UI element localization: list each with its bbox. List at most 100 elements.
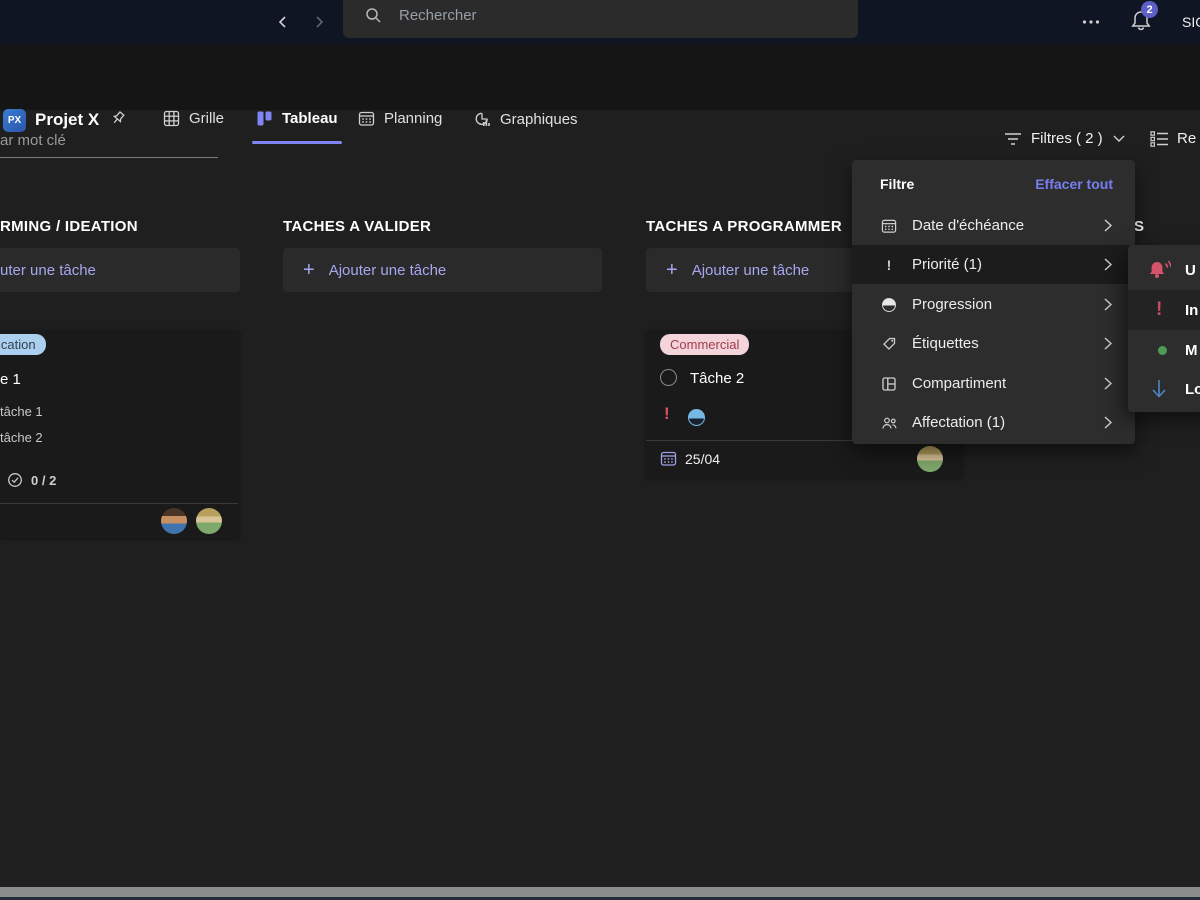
column-title-partial: S [1134,218,1144,235]
priority-option-label: In [1185,302,1198,319]
group-by-label: Re [1177,130,1196,147]
filter-item-label: Affectation (1) [912,414,1005,431]
due-calendar-icon [660,450,677,467]
filter-item-assignment[interactable]: Affectation (1) [852,403,1135,442]
plus-icon: + [666,260,678,280]
tab-tableau[interactable]: Tableau [256,110,338,127]
board-icon [256,110,273,127]
active-tab-underline [252,141,342,144]
filters-button[interactable]: Filtres ( 2 ) [1004,130,1126,147]
forward-icon[interactable] [306,9,332,35]
tab-planning-label: Planning [384,110,442,127]
notification-count-badge: 2 [1141,1,1158,18]
horizontal-scrollbar[interactable] [0,887,1200,897]
low-arrow-icon [1150,378,1168,400]
priority-option-important[interactable]: ! In [1128,290,1200,330]
in-progress-icon [688,409,705,426]
task-card-1[interactable]: ication e 1 tâche 1 tâche 2 0 / 2 [0,330,240,538]
tab-graphiques[interactable]: Graphiques [473,110,578,128]
project-title: Projet X [35,110,99,130]
group-list-icon [1150,131,1169,147]
priority-option-label: Lo [1185,381,1200,398]
tab-grille-label: Grille [189,110,224,127]
check-circle-icon [7,472,23,488]
filter-item-bucket[interactable]: Compartiment [852,364,1135,403]
column-title-ideation: RMING / IDEATION [0,218,138,235]
medium-dot-icon [1158,346,1167,355]
complete-task-circle[interactable] [660,369,677,386]
task-title[interactable]: Tâche 2 [690,370,744,387]
avatar[interactable] [161,508,187,534]
keyword-filter-input[interactable] [0,128,218,158]
chart-icon [473,110,491,128]
chevron-right-icon [1103,297,1113,312]
task-title[interactable]: e 1 [0,371,21,388]
priority-option-low[interactable]: Lo [1128,369,1200,409]
filter-item-label: Priorité (1) [912,256,982,273]
priority-option-medium[interactable]: M [1128,330,1200,370]
filter-item-label: Compartiment [912,375,1006,392]
tab-graphiques-label: Graphiques [500,111,578,128]
more-options-icon[interactable] [1078,9,1104,35]
chevron-right-icon [1103,415,1113,430]
important-exclamation-icon: ! [1156,299,1162,321]
planner-header: PX Projet X Grille [0,44,1200,110]
back-icon[interactable] [270,9,296,35]
checklist-item[interactable]: tâche 1 [0,404,43,419]
calendar-icon [880,218,898,234]
grid-icon [163,110,180,127]
column-title-a-valider: TACHES A VALIDER [283,218,431,235]
tab-grille[interactable]: Grille [163,110,224,127]
tab-planning[interactable]: Planning [358,110,442,127]
filter-item-due-date[interactable]: Date d'échéance [852,206,1135,245]
avatar[interactable] [196,508,222,534]
calendar-icon [358,110,375,127]
add-task-button-col2[interactable]: + Ajouter une tâche [283,248,602,292]
chevron-down-icon [1112,134,1126,143]
account-label[interactable]: SIG [1182,14,1200,30]
avatar[interactable] [917,446,943,472]
plus-icon: + [303,260,315,280]
priority-submenu: U ! In M Lo [1128,245,1200,412]
global-search-bar[interactable] [343,0,858,38]
filter-item-label: Progression [912,296,992,313]
tab-tableau-label: Tableau [282,110,338,127]
column-title-a-programmer: TACHES A PROGRAMMER [646,218,842,235]
pin-icon[interactable] [110,110,128,128]
filter-item-progress[interactable]: Progression [852,285,1135,324]
due-date: 25/04 [660,450,720,467]
add-task-button-col1[interactable]: uter une tâche [0,248,240,292]
checklist-progress: 0 / 2 [7,472,56,488]
filter-item-priority[interactable]: ! Priorité (1) [852,245,1135,284]
filter-item-label: Étiquettes [912,335,979,352]
chevron-right-icon [1103,257,1113,272]
important-priority-icon: ! [664,404,670,424]
app-window: 2 SIG PX Projet X Grille [0,0,1200,900]
people-icon [880,415,898,431]
add-task-label: Ajouter une tâche [329,262,447,279]
search-input[interactable] [397,6,831,25]
tag-icon [880,336,898,352]
clear-all-link[interactable]: Effacer tout [1035,176,1113,192]
exclamation-icon: ! [880,257,898,273]
teams-top-bar: 2 SIG [0,0,1200,44]
priority-option-label: U [1185,262,1196,279]
label-pill-blue[interactable]: ication [0,334,46,355]
filter-item-labels[interactable]: Étiquettes [852,324,1135,363]
filter-panel-title: Filtre [880,176,914,192]
filter-panel: Filtre Effacer tout Date d'échéance ! Pr… [852,160,1135,444]
label-pill-pink[interactable]: Commercial [660,334,749,355]
filter-item-label: Date d'échéance [912,217,1024,234]
filters-label: Filtres ( 2 ) [1031,130,1103,147]
group-by-button[interactable]: Re [1150,130,1196,147]
chevron-right-icon [1103,218,1113,233]
priority-option-urgent[interactable]: U [1128,250,1200,290]
checklist-item[interactable]: tâche 2 [0,430,43,445]
urgent-bell-icon [1147,259,1171,281]
card-divider [0,503,238,504]
priority-option-label: M [1185,342,1198,359]
chevron-right-icon [1103,376,1113,391]
add-task-label: Ajouter une tâche [692,262,810,279]
filter-funnel-icon [1004,132,1022,146]
half-circle-icon [880,298,898,312]
